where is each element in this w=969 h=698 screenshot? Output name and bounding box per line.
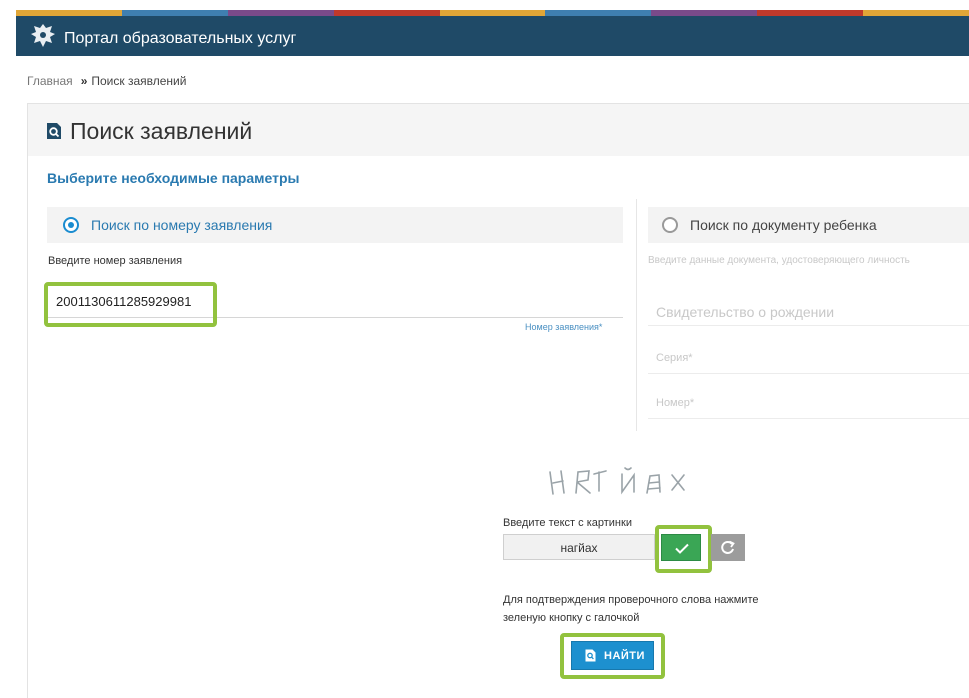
highlight-application-number <box>44 282 217 327</box>
refresh-captcha-button[interactable] <box>711 534 745 561</box>
tab-search-by-number[interactable]: Поиск по номеру заявления <box>47 207 623 243</box>
application-number-hint: Номер заявления* <box>525 322 603 332</box>
portal-title[interactable]: Портал образовательных услуг <box>64 30 296 48</box>
application-number-label: Введите номер заявления <box>48 255 183 267</box>
captcha-image <box>549 467 685 495</box>
radio-search-by-document[interactable] <box>662 217 678 233</box>
search-document-icon <box>47 123 61 139</box>
document-type-select[interactable]: Свидетельство о рождении <box>648 296 969 326</box>
breadcrumb-separator: » <box>80 74 88 88</box>
search-panel: Поиск заявлений Выберите необходимые пар… <box>27 103 969 698</box>
tab-search-by-document[interactable]: Поиск по документу ребенка <box>648 207 969 243</box>
document-number-input[interactable]: Номер* <box>648 389 969 419</box>
highlight-confirm-button <box>655 525 712 573</box>
coat-of-arms-icon <box>31 24 55 47</box>
breadcrumb-home-link[interactable]: Главная <box>27 74 73 88</box>
refresh-icon <box>721 540 735 554</box>
highlight-find-button <box>560 633 665 679</box>
portal-header: Портал образовательных услуг <box>16 10 969 56</box>
breadcrumb-current: Поиск заявлений <box>91 74 187 88</box>
parameters-heading: Выберите необходимые параметры <box>47 170 300 186</box>
page-title: Поиск заявлений <box>70 118 253 144</box>
document-data-label: Введите данные документа, удостоверяющег… <box>648 255 910 266</box>
breadcrumb: Главная » Поиск заявлений <box>27 74 186 88</box>
document-series-input[interactable]: Серия* <box>648 344 969 374</box>
header-color-stripes <box>16 10 969 16</box>
captcha-input[interactable]: нагйах <box>503 534 655 560</box>
tab-search-by-document-label: Поиск по документу ребенка <box>690 217 877 233</box>
radio-search-by-number[interactable] <box>63 217 79 233</box>
tab-search-by-number-label: Поиск по номеру заявления <box>91 217 273 233</box>
panel-header: Поиск заявлений <box>28 104 969 156</box>
column-divider <box>636 199 637 431</box>
confirm-instruction: Для подтверждения проверочного слова наж… <box>503 594 759 624</box>
captcha-label: Введите текст с картинки <box>503 517 632 529</box>
